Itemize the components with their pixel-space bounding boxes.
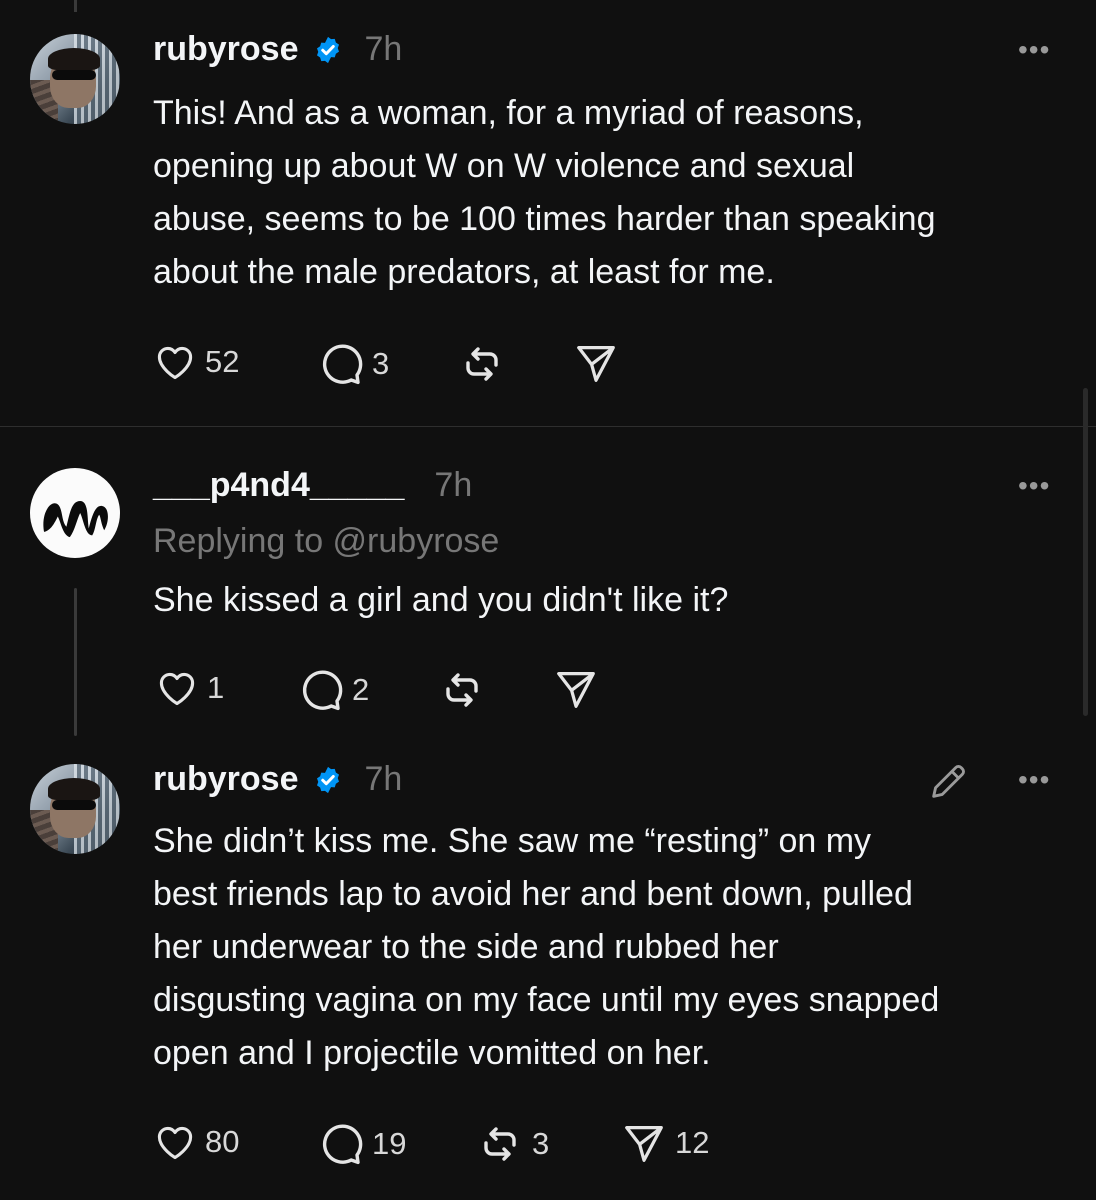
post-text: This! And as a woman, for a myriad of re… bbox=[153, 94, 936, 291]
share-button[interactable] bbox=[553, 666, 607, 712]
share-count: 12 bbox=[675, 1125, 710, 1160]
heart-icon bbox=[159, 672, 195, 706]
comment-icon bbox=[322, 344, 363, 385]
timestamp: 7h bbox=[364, 30, 403, 68]
avatar[interactable] bbox=[30, 468, 120, 558]
thread-connector bbox=[74, 588, 77, 736]
like-count: 52 bbox=[205, 344, 240, 379]
send-icon bbox=[557, 672, 595, 708]
more-options-icon[interactable]: ••• bbox=[1018, 470, 1050, 502]
verified-badge-icon bbox=[316, 766, 339, 793]
post-divider bbox=[0, 426, 1096, 427]
repost-count: 3 bbox=[532, 1126, 550, 1161]
like-button[interactable]: 1 bbox=[155, 666, 224, 710]
heart-icon bbox=[157, 1126, 193, 1160]
post-header: rubyrose 7h bbox=[153, 760, 402, 799]
share-button[interactable] bbox=[573, 340, 627, 386]
reply-count: 2 bbox=[352, 672, 370, 707]
like-button[interactable]: 52 bbox=[153, 340, 239, 384]
like-count: 1 bbox=[207, 670, 225, 705]
repost-icon bbox=[466, 347, 498, 381]
scrollbar[interactable] bbox=[1083, 388, 1088, 716]
verified-badge-icon bbox=[316, 36, 339, 63]
like-button[interactable]: 80 bbox=[153, 1120, 239, 1164]
username[interactable]: rubyrose bbox=[153, 30, 299, 69]
send-icon bbox=[625, 1126, 663, 1162]
avatar[interactable] bbox=[30, 764, 120, 854]
reply-button[interactable]: 19 bbox=[316, 1120, 406, 1168]
comment-icon bbox=[302, 670, 343, 711]
repost-button[interactable]: 3 bbox=[476, 1120, 549, 1168]
reply-count: 3 bbox=[372, 346, 390, 381]
username[interactable]: rubyrose bbox=[153, 760, 299, 799]
edit-pencil-icon[interactable] bbox=[926, 758, 972, 804]
repost-icon bbox=[446, 673, 478, 707]
post-text: She kissed a girl and you didn't like it… bbox=[153, 581, 729, 619]
timestamp: 7h bbox=[364, 760, 403, 798]
timestamp: 7h bbox=[434, 466, 473, 504]
repost-icon bbox=[484, 1127, 516, 1161]
reply-button[interactable]: 3 bbox=[316, 340, 389, 388]
more-options-icon[interactable]: ••• bbox=[1018, 764, 1050, 796]
like-count: 80 bbox=[205, 1124, 240, 1159]
heart-icon bbox=[157, 346, 193, 380]
post-header: ___p4nd4_____ 7h bbox=[153, 466, 472, 505]
comment-icon bbox=[322, 1124, 363, 1165]
reply-count: 19 bbox=[372, 1126, 407, 1161]
send-icon bbox=[577, 346, 615, 382]
majin-logo-icon bbox=[33, 471, 117, 555]
post-header: rubyrose 7h bbox=[153, 30, 402, 69]
post-text: She didn’t kiss me. She saw me “resting”… bbox=[153, 822, 940, 1072]
replying-to-label[interactable]: Replying to @rubyrose bbox=[153, 522, 499, 561]
share-button[interactable]: 12 bbox=[621, 1120, 709, 1166]
thread-connector-top bbox=[74, 0, 77, 12]
more-options-icon[interactable]: ••• bbox=[1018, 34, 1050, 66]
reply-button[interactable]: 2 bbox=[296, 666, 369, 714]
repost-button[interactable] bbox=[458, 340, 514, 388]
username[interactable]: ___p4nd4_____ bbox=[153, 466, 404, 505]
repost-button[interactable] bbox=[438, 666, 494, 714]
avatar[interactable] bbox=[30, 34, 120, 124]
